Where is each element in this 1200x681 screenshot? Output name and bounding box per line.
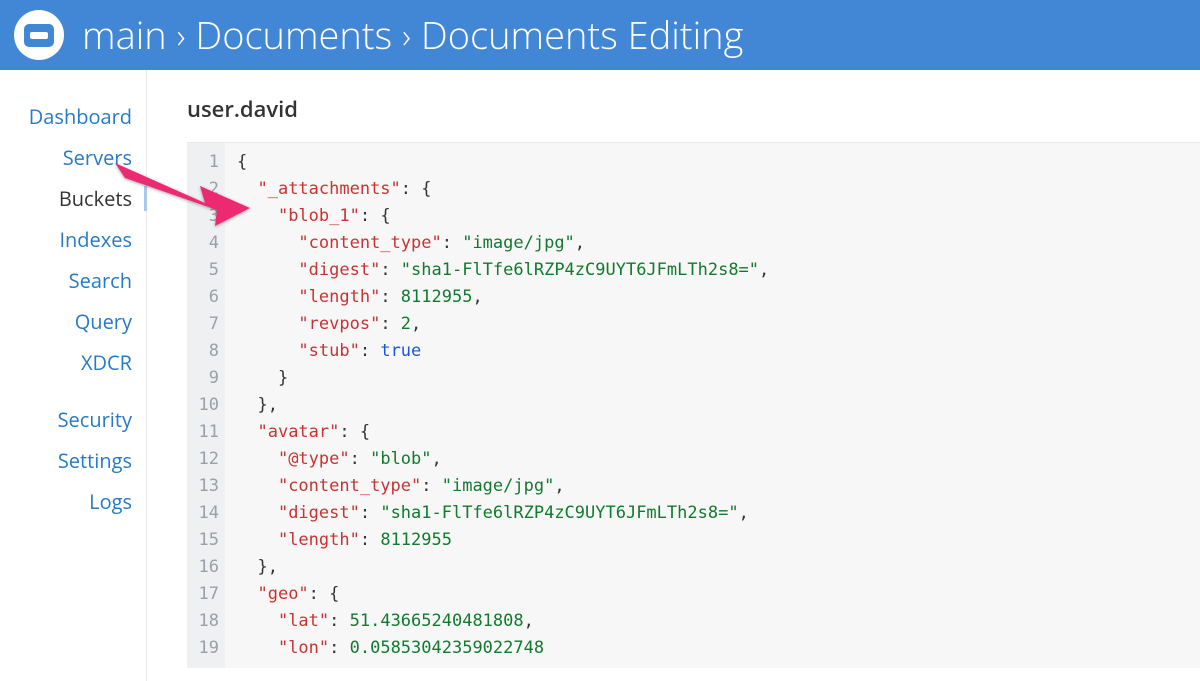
code-line[interactable]: "lat": 51.43665240481808, <box>237 608 769 635</box>
code-line[interactable]: }, <box>237 392 769 419</box>
code-line[interactable]: "avatar": { <box>237 419 769 446</box>
line-number: 18 <box>197 608 219 635</box>
line-number: 10 <box>197 392 219 419</box>
content-layout: Dashboard Servers Buckets Indexes Search… <box>0 70 1200 681</box>
code-line[interactable]: "content_type": "image/jpg", <box>237 230 769 257</box>
sidebar-item-query[interactable]: Query <box>0 301 146 342</box>
sidebar-item-dashboard[interactable]: Dashboard <box>0 96 146 137</box>
sidebar-item-indexes[interactable]: Indexes <box>0 219 146 260</box>
sidebar-item-search[interactable]: Search <box>0 260 146 301</box>
line-number: 13 <box>197 473 219 500</box>
line-number: 11 <box>197 419 219 446</box>
sidebar-item-xdcr[interactable]: XDCR <box>0 342 146 383</box>
code-line[interactable]: "blob_1": { <box>237 203 769 230</box>
line-number: 4 <box>197 230 219 257</box>
breadcrumb-main[interactable]: main <box>82 9 167 61</box>
code-line[interactable]: } <box>237 365 769 392</box>
line-number: 6 <box>197 284 219 311</box>
line-number: 17 <box>197 581 219 608</box>
editor-code[interactable]: { "_attachments": { "blob_1": { "content… <box>225 143 781 668</box>
breadcrumb-documents[interactable]: Documents <box>195 9 392 61</box>
line-number: 14 <box>197 500 219 527</box>
breadcrumb: main › Documents › Documents Editing <box>82 9 743 61</box>
editor-gutter: 12345678910111213141516171819 <box>187 143 225 668</box>
code-line[interactable]: "length": 8112955 <box>237 527 769 554</box>
code-line[interactable]: "stub": true <box>237 338 769 365</box>
code-line[interactable]: }, <box>237 554 769 581</box>
line-number: 16 <box>197 554 219 581</box>
line-number: 3 <box>197 203 219 230</box>
code-line[interactable]: "digest": "sha1-FlTfe6lRZP4zC9UYT6JFmLTh… <box>237 257 769 284</box>
app-logo[interactable] <box>14 10 64 60</box>
app-logo-icon <box>24 24 54 47</box>
line-number: 9 <box>197 365 219 392</box>
breadcrumb-documents-editing[interactable]: Documents Editing <box>421 9 743 61</box>
line-number: 19 <box>197 635 219 662</box>
sidebar-item-logs[interactable]: Logs <box>0 481 146 522</box>
line-number: 2 <box>197 176 219 203</box>
sidebar-item-security[interactable]: Security <box>0 399 146 440</box>
code-line[interactable]: "content_type": "image/jpg", <box>237 473 769 500</box>
header-bar: main › Documents › Documents Editing <box>0 0 1200 70</box>
code-line[interactable]: "lon": 0.05853042359022748 <box>237 635 769 662</box>
chevron-right-icon: › <box>177 12 186 58</box>
json-editor[interactable]: 12345678910111213141516171819 { "_attach… <box>187 142 1200 668</box>
chevron-right-icon: › <box>402 12 411 58</box>
line-number: 12 <box>197 446 219 473</box>
line-number: 5 <box>197 257 219 284</box>
code-line[interactable]: "_attachments": { <box>237 176 769 203</box>
sidebar-nav: Dashboard Servers Buckets Indexes Search… <box>0 70 147 681</box>
line-number: 8 <box>197 338 219 365</box>
code-line[interactable]: "@type": "blob", <box>237 446 769 473</box>
code-line[interactable]: "revpos": 2, <box>237 311 769 338</box>
sidebar-item-servers[interactable]: Servers <box>0 137 146 178</box>
code-line[interactable]: { <box>237 149 769 176</box>
line-number: 15 <box>197 527 219 554</box>
code-line[interactable]: "geo": { <box>237 581 769 608</box>
line-number: 1 <box>197 149 219 176</box>
code-line[interactable]: "digest": "sha1-FlTfe6lRZP4zC9UYT6JFmLTh… <box>237 500 769 527</box>
code-line[interactable]: "length": 8112955, <box>237 284 769 311</box>
document-title: user.david <box>187 94 1200 124</box>
sidebar-item-settings[interactable]: Settings <box>0 440 146 481</box>
main-panel: user.david 12345678910111213141516171819… <box>147 70 1200 681</box>
sidebar-item-buckets[interactable]: Buckets <box>0 178 146 219</box>
line-number: 7 <box>197 311 219 338</box>
